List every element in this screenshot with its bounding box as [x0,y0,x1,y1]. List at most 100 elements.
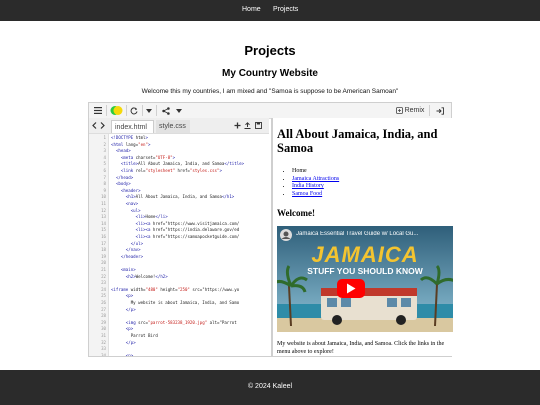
top-navigation: Home Projects [0,0,540,21]
code-line: 22 <h2>Welcome!</h2> [89,274,269,281]
line-number: 22 [101,273,106,279]
chevron-down-icon[interactable] [144,103,154,118]
code-text: <p> [125,352,134,356]
code-text: <!DOCTYPE html> [111,135,148,140]
code-text: </p> [125,339,136,345]
code-text: <iframe width="480" height="250" src="ht… [111,286,240,292]
project-description: Welcome this my countries, I am mixed an… [141,88,399,95]
line-number: 34 [101,352,106,356]
video-subtitle: STUFF YOU SHOULD KNOW [307,266,423,276]
youtube-video-embed[interactable]: Jamaica Essential Travel Guide w/ Local … [277,226,453,332]
tab-style-css[interactable]: style.css [156,120,190,133]
code-line: 8 <body> [89,181,269,188]
nav-projects-link[interactable]: Projects [273,6,298,13]
reload-icon[interactable] [128,103,140,118]
code-line: 3 <head> [89,148,269,155]
code-text: Parrot Bird [111,333,158,338]
code-area[interactable]: 1 <!DOCTYPE html> 2 <html lang="en"> 3 <head… [89,134,269,356]
line-number: 11 [101,201,106,206]
code-line: 7 </head> [89,175,269,182]
tab-index-html[interactable]: index.html [111,120,154,133]
code-text: My website is about Jamaica, India, and … [111,300,240,305]
line-number: 10 [101,194,106,200]
code-line: 27 </p> [89,307,269,314]
save-icon[interactable] [253,118,263,133]
add-file-icon[interactable] [233,118,242,133]
preview-body-text: My website is about Jamaica, India, and … [277,341,445,355]
code-line: 24 <iframe width="480" height="250" src="… [89,287,269,294]
code-text: <main> [120,267,136,272]
line-number: 19 [101,253,106,259]
nav-home-link[interactable]: Home [242,6,261,13]
code-line: 26 My website is about Jamaica, India, a… [89,300,269,307]
upload-icon[interactable] [243,118,252,133]
preview-link-india[interactable]: India History [292,183,324,189]
menu-icon[interactable] [92,103,104,118]
preview-nav-home: Home [292,168,339,176]
code-line: 13 <li>Home</li> [89,214,269,221]
code-text: <li><a href="https://india.delaware.gov/… [135,227,240,233]
page-title: Projects [244,43,296,58]
code-text: <ul> [130,207,141,213]
sign-in-icon[interactable] [433,103,447,118]
video-title: Jamaica Essential Travel Guide w/ Local … [296,231,419,237]
line-number: 4 [103,154,106,160]
code-line: 4 <meta charset="UTF-8"> [89,155,269,162]
line-number: 31 [101,333,106,338]
code-text: <nav> [125,201,139,206]
line-number: 28 [101,313,106,319]
preview-link-jamaica[interactable]: Jamaica Attractions [292,176,339,182]
code-line: 29 <img src="parrot-583238_1920.jpg" alt… [89,320,269,327]
line-number: 8 [103,181,106,187]
code-text: </ul> [130,240,144,246]
code-line: 16 <li><a href="https://samoapocketguide… [89,234,269,241]
code-text: <p> [125,326,134,332]
line-number: 25 [101,293,106,299]
code-line: 21 <main> [89,267,269,274]
code-text: <head> [115,148,131,154]
code-text: <p> [125,293,134,299]
footer-copyright: © 2024 Kaleel [247,383,293,390]
code-text: <h1>All About Jamaica, India, and Samoa<… [125,194,235,200]
code-text: <li><a href="https://samoapocketguide.co… [135,234,240,239]
code-line: 9 <header> [89,188,269,195]
code-text: <li>Home</li> [135,214,168,220]
code-text: </nav> [125,247,141,253]
line-number: 12 [101,207,106,213]
code-line: 2 <html lang="en"> [89,142,269,149]
remix-icon [395,107,403,114]
line-number: 27 [101,306,106,312]
chevron-right-icon[interactable] [98,118,107,133]
preview-welcome-heading: Welcome! [277,208,315,218]
code-line: 32 </p> [89,340,269,347]
line-number: 29 [101,319,106,325]
code-line: 14 <li><a href="https://www.visitjamaica… [89,221,269,228]
line-number: 2 [103,141,106,147]
share-dropdown-icon[interactable] [174,103,184,118]
line-number: 1 [103,135,106,140]
code-text: <header> [120,187,141,193]
line-number: 21 [101,267,106,272]
project-title: My Country Website [222,68,318,79]
glitch-logo-icon[interactable] [108,103,124,118]
code-editor: index.html style.css 1 <!DOCTYPE html> 2 <h… [89,118,269,356]
code-text: <title>All About Jamaica, India, and Sam… [120,161,245,167]
code-line: 30 <p> [89,326,269,333]
share-icon[interactable] [160,103,172,118]
line-number: 20 [101,260,106,266]
code-line: 18 </nav> [89,247,269,254]
line-number: 14 [101,220,106,226]
preview-heading: All About Jamaica, India, and Samoa [277,127,438,155]
remix-button[interactable]: Remix [393,103,427,118]
code-text: <meta charset="UTF-8"> [120,154,176,160]
code-line: 31 Parrot Bird [89,333,269,340]
code-line: 23 [89,280,269,287]
code-line: 33 [89,346,269,353]
preview-nav-list: Home Jamaica Attractions India History S… [287,168,339,198]
preview-link-samoa[interactable]: Samoa Food [292,191,322,197]
code-line: 5 <title>All About Jamaica, India, and S… [89,161,269,168]
code-line: 12 <ul> [89,208,269,215]
line-number: 17 [101,240,106,246]
code-line: 25 <p> [89,293,269,300]
code-line: 11 <nav> [89,201,269,208]
